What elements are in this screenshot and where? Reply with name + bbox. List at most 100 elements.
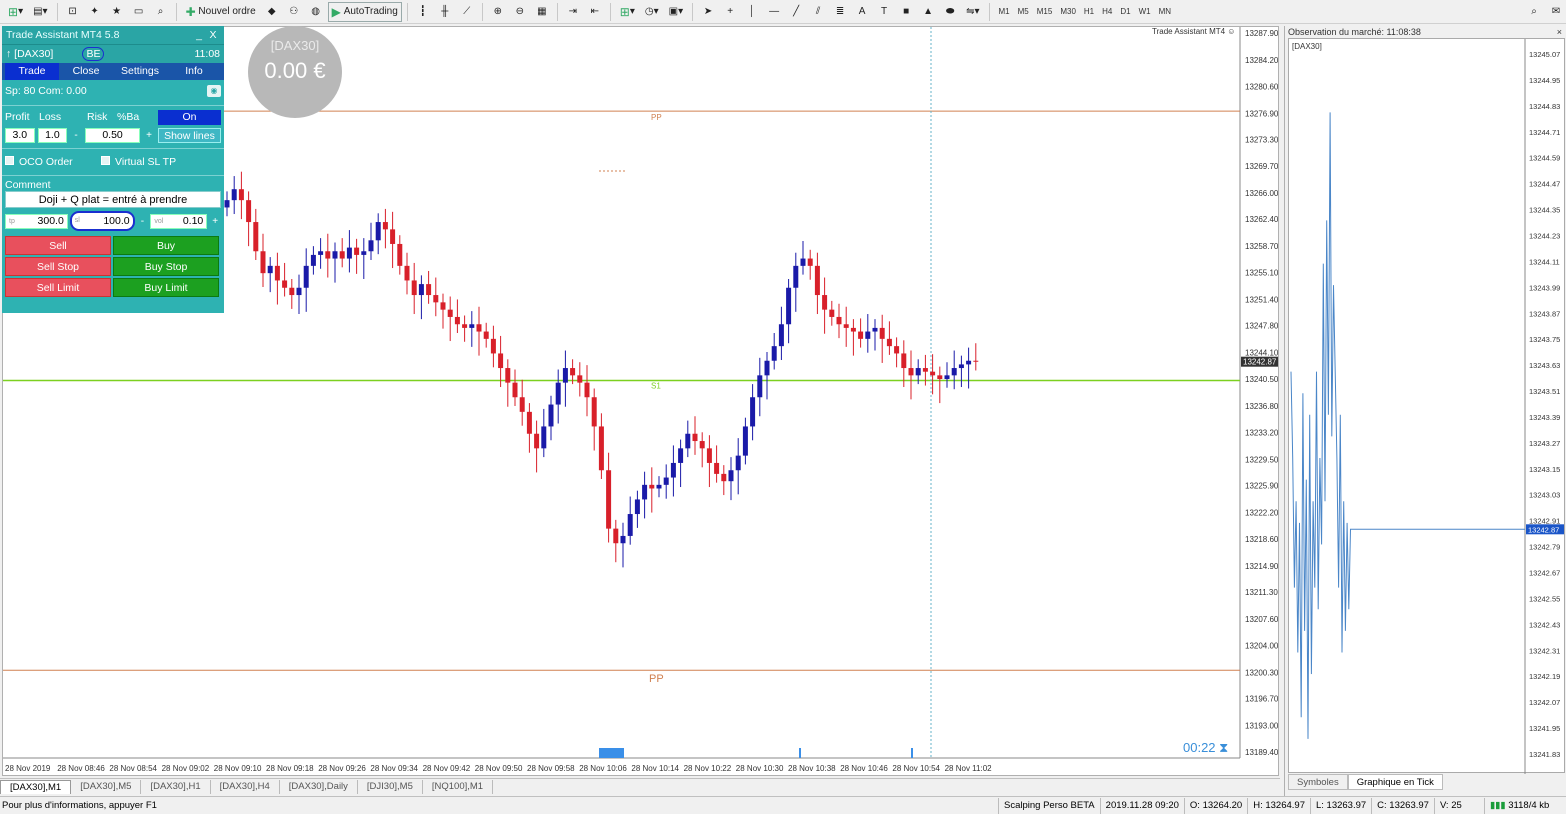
virtual-checkbox[interactable]: [101, 156, 110, 165]
text-icon[interactable]: A: [852, 2, 872, 22]
search-icon[interactable]: ⌕: [1524, 2, 1544, 22]
buy-stop-button[interactable]: Buy Stop: [113, 257, 219, 276]
close-button[interactable]: X: [206, 29, 220, 41]
zoom-out-icon[interactable]: ⊖: [510, 2, 530, 22]
status-volume: V: 25: [1433, 797, 1484, 814]
tab-trade[interactable]: Trade: [5, 63, 59, 80]
timeframe-m1[interactable]: M1: [995, 7, 1014, 16]
risk-plus-button[interactable]: +: [143, 127, 155, 143]
profiles-icon[interactable]: ▤▾: [29, 2, 51, 22]
autotrading-button[interactable]: ▶ AutoTrading: [327, 1, 402, 22]
ta-title-bar[interactable]: Trade Assistant MT4 5.8 _ X: [2, 26, 224, 44]
event-marker[interactable]: [911, 748, 913, 758]
chart-tab[interactable]: [DAX30],M5: [71, 779, 142, 794]
tick-chart[interactable]: [DAX30] 13245.07 13244.95 13244.83 13244.71 1…: [1288, 38, 1566, 774]
show-lines-button[interactable]: Show lines: [157, 127, 221, 143]
oco-checkbox[interactable]: [5, 156, 14, 165]
terminal-icon[interactable]: ▭: [129, 2, 149, 22]
rectangle-icon[interactable]: ■: [896, 2, 916, 22]
globe-icon[interactable]: ◍: [306, 2, 326, 22]
triangle-icon[interactable]: ▲: [918, 2, 938, 22]
navigator-icon[interactable]: ★: [107, 2, 127, 22]
sell-stop-button[interactable]: Sell Stop: [5, 257, 111, 276]
market-watch-icon[interactable]: ⊡: [63, 2, 83, 22]
sl-value: 100.0: [103, 215, 130, 227]
fibonacci-icon[interactable]: ≣: [830, 2, 850, 22]
vol-minus-button[interactable]: -: [136, 213, 149, 229]
signals-icon[interactable]: ⚇: [284, 2, 304, 22]
ta-spread-row: Sp: 80 Com: 0.00 ◉: [2, 80, 224, 102]
candle-body: [246, 200, 252, 223]
autoscroll-icon[interactable]: ⇥: [563, 2, 583, 22]
mw-close-button[interactable]: ×: [1557, 27, 1566, 37]
buy-limit-button[interactable]: Buy Limit: [113, 278, 219, 297]
oco-option[interactable]: OCO Order: [5, 156, 101, 168]
arrows-icon[interactable]: ⇋▾: [962, 2, 983, 22]
timeframe-m15[interactable]: M15: [1033, 7, 1057, 16]
timeframe-m30[interactable]: M30: [1056, 7, 1080, 16]
data-window-icon[interactable]: ✦: [85, 2, 105, 22]
metaeditor-icon[interactable]: ◆: [262, 2, 282, 22]
sell-button[interactable]: Sell: [5, 236, 111, 255]
cursor-icon[interactable]: ➤: [698, 2, 718, 22]
line-chart-icon[interactable]: ⟋: [457, 2, 477, 22]
tab-tick-chart[interactable]: Graphique en Tick: [1347, 774, 1443, 790]
chart-tab[interactable]: [DJI30],M5: [358, 779, 423, 794]
tab-info[interactable]: Info: [167, 63, 221, 80]
sell-limit-button[interactable]: Sell Limit: [5, 278, 111, 297]
tp-input[interactable]: tp 300.0: [5, 213, 68, 229]
minimize-button[interactable]: _: [192, 29, 206, 41]
horizontal-line-icon[interactable]: —: [764, 2, 784, 22]
periods-icon[interactable]: ◷▾: [641, 2, 663, 22]
chart-tab[interactable]: [DAX30],Daily: [280, 779, 358, 794]
tab-settings[interactable]: Settings: [113, 63, 167, 80]
timeframe-w1[interactable]: W1: [1135, 7, 1155, 16]
sl-input[interactable]: sl 100.0: [69, 211, 135, 231]
channel-icon[interactable]: ⫽: [808, 2, 828, 22]
comment-input[interactable]: Doji + Q plat = entré à prendre: [5, 191, 221, 208]
chart-shift-icon[interactable]: ⇤: [585, 2, 605, 22]
vol-input[interactable]: vol 0.10: [150, 213, 208, 229]
chat-icon[interactable]: ✉: [1546, 2, 1566, 22]
risk-input[interactable]: 0.50: [84, 127, 141, 143]
crosshair-icon[interactable]: +: [720, 2, 740, 22]
timeframe-m5[interactable]: M5: [1014, 7, 1033, 16]
vertical-line-icon[interactable]: │: [742, 2, 762, 22]
text-label-icon[interactable]: T: [874, 2, 894, 22]
tab-close[interactable]: Close: [59, 63, 113, 80]
new-order-button[interactable]: ✚ Nouvel ordre: [182, 2, 260, 22]
event-marker[interactable]: [799, 748, 801, 758]
tick-chart-canvas[interactable]: [DAX30] 13245.07 13244.95 13244.83 13244.71 1…: [1289, 39, 1566, 774]
trendline-icon[interactable]: ╱: [786, 2, 806, 22]
chart-tab[interactable]: [DAX30],H1: [141, 779, 211, 794]
on-toggle[interactable]: On: [158, 109, 221, 125]
comment-label-row: Comment: [2, 179, 224, 191]
candle-body: [872, 327, 878, 332]
bar-chart-icon[interactable]: ┇: [413, 2, 433, 22]
chart-tab[interactable]: [DAX30],M1: [0, 779, 72, 794]
timeframe-mn[interactable]: MN: [1155, 7, 1175, 16]
ellipse-icon[interactable]: ⬬: [940, 2, 960, 22]
profit-input[interactable]: 3.0: [5, 127, 35, 143]
virtual-option[interactable]: Virtual SL TP: [101, 156, 176, 168]
tester-icon[interactable]: ⌕: [151, 2, 171, 22]
camera-icon[interactable]: ◉: [207, 85, 221, 97]
loss-input[interactable]: 1.0: [37, 127, 68, 143]
new-chart-icon[interactable]: ⊞ ▾: [4, 2, 27, 22]
indicators-icon[interactable]: ⊞ ▾: [616, 2, 639, 22]
chart-tab[interactable]: [DAX30],H4: [211, 779, 280, 794]
templates-icon[interactable]: ▣▾: [665, 2, 687, 22]
buy-button[interactable]: Buy: [113, 236, 219, 255]
timeframe-h1[interactable]: H1: [1080, 7, 1098, 16]
tab-symbols[interactable]: Symboles: [1288, 774, 1348, 790]
timeframe-d1[interactable]: D1: [1116, 7, 1134, 16]
risk-minus-button[interactable]: -: [70, 127, 82, 143]
candlestick-icon[interactable]: ╫: [435, 2, 455, 22]
chart-tab[interactable]: [NQ100],M1: [423, 779, 494, 794]
timeframe-h4[interactable]: H4: [1098, 7, 1116, 16]
tile-windows-icon[interactable]: ▦: [532, 2, 552, 22]
vol-plus-button[interactable]: +: [209, 213, 221, 229]
zoom-in-icon[interactable]: ⊕: [488, 2, 508, 22]
event-marker[interactable]: [599, 748, 624, 758]
breakeven-button[interactable]: BE: [82, 47, 105, 61]
